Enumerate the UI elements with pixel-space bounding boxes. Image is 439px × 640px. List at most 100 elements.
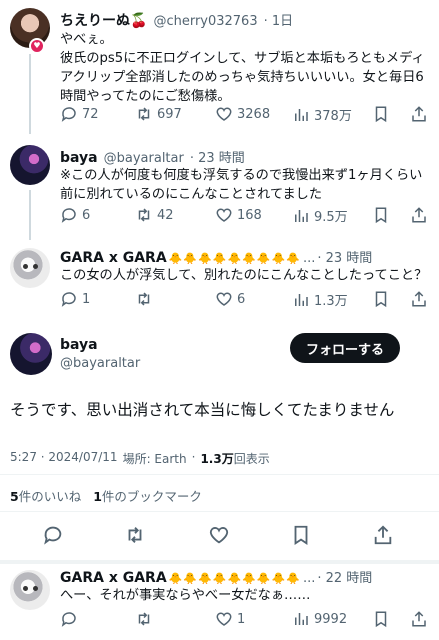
views-icon [295, 209, 308, 222]
tweet-text: やべぇ。 彼氏のps5に不正ログインして、サブ垢と本垢もろともメディアクリップ全… [60, 32, 425, 104]
share-button[interactable] [410, 206, 428, 224]
main-actions [0, 524, 439, 548]
follow-button[interactable]: フォローする [290, 333, 400, 363]
likes-stat[interactable]: 5件のいいね [10, 486, 81, 505]
views-count: 378万 [314, 109, 352, 124]
views-button[interactable]: 1.3万 [292, 290, 348, 309]
timestamp[interactable]: · 23 時間 [317, 247, 372, 266]
repost-button[interactable] [135, 290, 157, 308]
timestamp[interactable]: · 23 時間 [190, 147, 245, 166]
thread-line [29, 54, 31, 134]
like-count: 168 [237, 207, 262, 223]
likes-stat-count: 5 [10, 489, 19, 504]
display-name[interactable]: baya [60, 337, 98, 353]
tweet-actions: 1 6 1.3万 [60, 290, 430, 310]
views-label: 回表示 [233, 452, 270, 466]
avatar[interactable] [10, 570, 50, 610]
divider [0, 560, 439, 564]
repost-icon [138, 208, 150, 222]
bookmark-button[interactable] [372, 290, 390, 308]
share-icon [412, 291, 426, 307]
like-icon [209, 527, 229, 544]
views-count: 1.3万 [314, 294, 348, 309]
likes-stat-label: 件のいいね [18, 489, 82, 504]
tweet-actions: 6 42 168 9.5万 [60, 206, 430, 226]
share-icon [412, 611, 426, 627]
repost-icon [138, 292, 150, 306]
like-icon [216, 612, 232, 626]
avatar[interactable] [10, 333, 52, 375]
thread-line [29, 190, 31, 240]
handle[interactable]: ... [303, 571, 315, 586]
handle[interactable]: ... [303, 251, 315, 266]
divider [0, 474, 439, 475]
bookmark-icon [294, 525, 308, 545]
reply-count: 72 [82, 106, 99, 122]
post-timestamp[interactable]: 5:27 · 2024/07/11 [10, 450, 118, 467]
share-button[interactable] [410, 290, 428, 308]
share-button[interactable] [410, 105, 428, 123]
like-button[interactable]: 6 [215, 290, 245, 308]
bookmark-icon [375, 611, 387, 628]
repost-icon [138, 107, 150, 121]
like-button[interactable] [208, 524, 230, 546]
like-button[interactable]: 3268 [215, 105, 270, 123]
display-name[interactable]: ちえりーぬ🍒 [60, 10, 147, 30]
display-name[interactable]: baya [60, 150, 98, 166]
avatar[interactable] [10, 145, 50, 185]
views-icon [295, 613, 308, 625]
bookmarks-stat-label: 件のブックマーク [101, 489, 202, 504]
views-count: 9.5万 [314, 210, 348, 225]
views-button[interactable]: 9992 [292, 610, 347, 628]
like-button[interactable]: 168 [215, 206, 262, 224]
views-button[interactable]: 9.5万 [292, 206, 348, 225]
reply-button[interactable] [42, 524, 64, 546]
repost-icon [138, 612, 150, 626]
like-count: 3268 [237, 106, 271, 122]
tweet-meta: 5:27 · 2024/07/11 場所: Earth · 1.3万回表示 [10, 450, 270, 467]
views-button[interactable]: 378万 [292, 105, 352, 124]
reply-icon [44, 526, 62, 545]
reply-count: 6 [82, 207, 91, 223]
repost-button[interactable] [135, 610, 157, 628]
repost-button[interactable]: 42 [135, 206, 174, 224]
repost-button[interactable] [124, 524, 146, 546]
reply-button[interactable]: 6 [60, 206, 90, 224]
bookmark-button[interactable] [372, 206, 390, 224]
repost-count: 697 [157, 106, 182, 122]
tweet-text: へー、それが事実ならやべー女だなぁ…… [60, 588, 311, 603]
display-name[interactable]: GARA x GARA [60, 570, 167, 586]
timestamp[interactable]: · 22 時間 [317, 567, 372, 586]
handle[interactable]: @bayaraltar [60, 356, 140, 371]
timestamp[interactable]: · 1日 [264, 10, 294, 29]
bookmark-button[interactable] [290, 524, 312, 546]
reply-count: 1 [82, 291, 91, 307]
views-icon [295, 293, 308, 306]
engagement-stats: 5件のいいね 1件のブックマーク [10, 486, 202, 505]
display-name[interactable]: GARA x GARA [60, 250, 167, 266]
like-count: 6 [237, 291, 246, 307]
reply-button[interactable]: 1 [60, 290, 90, 308]
like-button[interactable]: 1 [215, 610, 245, 628]
share-button[interactable] [410, 610, 428, 628]
reply-icon [61, 208, 76, 223]
reply-icon [61, 107, 76, 122]
reply-button[interactable]: 72 [60, 105, 99, 123]
avatar[interactable] [10, 248, 50, 288]
bookmark-button[interactable] [372, 105, 390, 123]
views-icon [295, 108, 308, 121]
bookmarks-stat[interactable]: 1件のブックマーク [93, 486, 202, 505]
bookmark-button[interactable] [372, 610, 390, 628]
main-tweet-text: そうです、思い出消されて本当に悔しくてたまりません [10, 401, 395, 419]
repost-button[interactable]: 697 [135, 105, 182, 123]
name-emojis: 🐥🐥🐥🐥🐥🐥🐥🐥🐥 [168, 252, 301, 265]
repost-count: 42 [157, 207, 174, 223]
reply-button[interactable] [60, 610, 82, 628]
like-icon [216, 208, 232, 222]
share-button[interactable] [372, 524, 394, 546]
reply-icon [61, 292, 76, 307]
like-icon [216, 292, 232, 306]
handle[interactable]: @bayaraltar [104, 151, 184, 166]
handle[interactable]: @cherry032763 [153, 14, 257, 29]
reply-icon [61, 612, 76, 627]
